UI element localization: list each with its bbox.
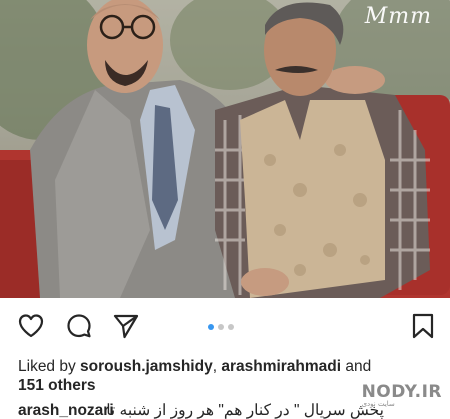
likes-and: and <box>341 358 372 375</box>
liker-username[interactable]: arashmirahmadi <box>221 358 341 375</box>
site-watermark: NODY.IR سایت نودی <box>362 382 442 408</box>
likes-prefix: Liked by <box>18 358 81 375</box>
carousel-dot <box>208 324 214 330</box>
carousel-indicator <box>208 324 234 330</box>
photo-illustration <box>0 0 450 298</box>
carousel-dot <box>228 324 234 330</box>
caption-username[interactable]: arash_nozari <box>18 402 114 419</box>
post-photo[interactable]: Mmm <box>0 0 450 298</box>
liker-username[interactable]: soroush.jamshidy <box>80 358 213 375</box>
photo-watermark: Mmm <box>364 4 432 29</box>
likes-others-count[interactable]: 151 others <box>18 377 96 394</box>
bookmark-icon[interactable] <box>409 312 437 345</box>
caption-text: پخش سریال " در کنار هم" هر روز از شنبه ت… <box>106 402 384 419</box>
comment-icon[interactable] <box>65 312 93 345</box>
carousel-dot <box>218 324 224 330</box>
share-icon[interactable] <box>112 312 140 345</box>
heart-icon[interactable] <box>17 312 45 345</box>
site-watermark-name: NODY.IR <box>361 382 442 402</box>
